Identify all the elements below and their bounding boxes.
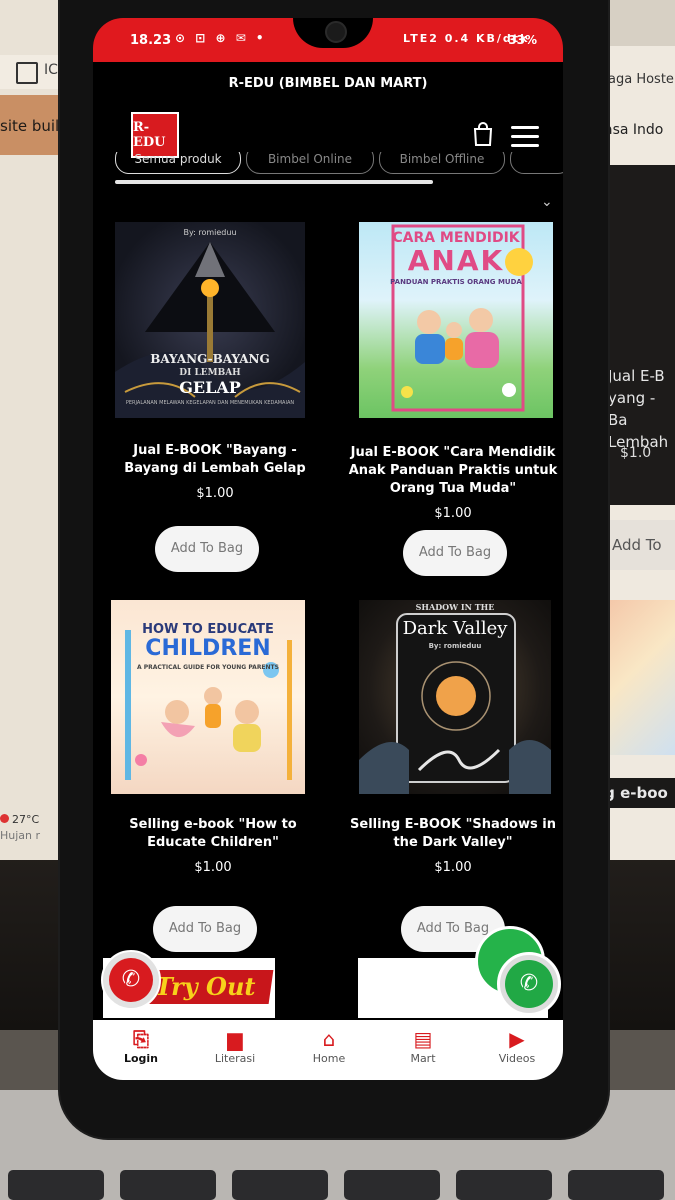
cover-subtitle: A PRACTICAL GUIDE FOR YOUNG PARENTS	[137, 664, 279, 671]
add-to-bag-button[interactable]: Add To Bag	[403, 530, 507, 576]
weather-alert-icon	[0, 814, 9, 823]
category-chip-row: Semua produk Bimbel Online Bimbel Offlin…	[113, 152, 563, 176]
product-card[interactable]: CARA MENDIDIK ANAK PANDUAN PRAKTIS ORANG…	[343, 222, 563, 592]
background-weather: 27°C Hujan r	[0, 812, 40, 844]
keyboard-key	[120, 1170, 216, 1200]
shopping-bag-icon[interactable]	[472, 122, 494, 146]
cover-title: ANAK	[407, 244, 505, 277]
home-icon: ⌂	[322, 1027, 336, 1051]
hamburger-menu-icon[interactable]	[511, 126, 539, 148]
cover-title: SHADOW IN THE	[415, 602, 495, 612]
bottom-navigation: ⎘ Login ▆ Literasi ⌂ Home ▤ Mart ▶ Video…	[93, 1020, 563, 1080]
keyboard-key	[344, 1170, 440, 1200]
background-square-icon	[16, 62, 38, 84]
cover-author: By: romieduu	[428, 642, 482, 650]
product-price: $1.00	[434, 860, 472, 875]
product-name[interactable]: Jual E-BOOK "Cara Mendidik Anak Panduan …	[343, 444, 563, 498]
keyboard-key	[456, 1170, 552, 1200]
app-title: R-EDU (BIMBEL DAN MART)	[228, 76, 428, 91]
cover-title: DI LEMBAH	[179, 368, 241, 378]
book-icon: ▆	[227, 1027, 243, 1051]
weather-desc: Hujan r	[0, 829, 41, 842]
product-cover-image[interactable]: By: romieduu BAYANG-BAYANG DI LEMBAH GEL…	[115, 222, 305, 418]
keyboard-key	[232, 1170, 328, 1200]
cover-title: CHILDREN	[145, 636, 271, 661]
add-to-bag-button[interactable]: Add To Bag	[153, 906, 257, 952]
product-cover-image[interactable]: HOW TO EDUCATE CHILDREN A PRACTICAL GUID…	[111, 600, 305, 794]
product-card[interactable]: SHADOW IN THE Dark Valley By: romieduu S…	[343, 600, 563, 960]
cover-title: GELAP	[179, 378, 241, 397]
weather-temp: 27°C	[12, 813, 40, 826]
play-icon: ▶	[509, 1027, 525, 1051]
battery-indicator: 33%	[508, 33, 537, 47]
product-name[interactable]: Selling e-book "How to Educate Children"	[103, 816, 323, 852]
status-bar: 18.23 ⊙ ⊡ ⊕ ✉ • LTE2 0.4 KB/dtk 33%	[93, 18, 563, 62]
chip-bimbel-offline[interactable]: Bimbel Offline	[379, 152, 505, 174]
background-product-card: Jual E-B yang - Ba Lembah $1.0	[608, 165, 675, 505]
background-left-text: site buil	[0, 117, 60, 135]
product-name[interactable]: Jual E-BOOK "Bayang - Bayang di Lembah G…	[105, 442, 325, 478]
keyboard-key	[8, 1170, 104, 1200]
call-button[interactable]: ✆	[101, 950, 161, 1010]
nav-item-literasi[interactable]: ▆ Literasi	[193, 1026, 277, 1065]
status-time: 18.23	[130, 33, 172, 48]
product-cover-image[interactable]: SHADOW IN THE Dark Valley By: romieduu	[359, 600, 551, 794]
product-price: $1.00	[194, 860, 232, 875]
background-icon-label: IC	[44, 62, 58, 78]
camera-icon	[325, 21, 347, 43]
keyboard-key	[568, 1170, 664, 1200]
product-price: $1.00	[196, 486, 234, 501]
nav-label: Mart	[410, 1052, 436, 1065]
background-right-text-2: asa Indo	[604, 122, 664, 138]
product-card[interactable]: HOW TO EDUCATE CHILDREN A PRACTICAL GUID…	[103, 600, 323, 960]
nav-label: Videos	[498, 1052, 536, 1065]
tryout-label: Try Out	[155, 972, 256, 1001]
cover-author: By: romieduu	[183, 228, 237, 237]
nav-label: Login	[123, 1052, 159, 1065]
product-cover-image[interactable]: CARA MENDIDIK ANAK PANDUAN PRAKTIS ORANG…	[359, 222, 553, 418]
chip-bimbel-online[interactable]: Bimbel Online	[246, 152, 374, 174]
nav-label: Home	[312, 1052, 346, 1065]
nav-item-login[interactable]: ⎘ Login	[99, 1026, 183, 1065]
background-product-price: $1.0	[620, 445, 652, 461]
nav-label: Literasi	[214, 1052, 256, 1065]
cover-title: HOW TO EDUCATE	[142, 622, 274, 637]
chip-more[interactable]	[510, 152, 563, 174]
chevron-down-icon[interactable]: ⌄	[541, 194, 553, 210]
logo-text: R-EDU	[133, 120, 166, 150]
phone-screen: 18.23 ⊙ ⊡ ⊕ ✉ • LTE2 0.4 KB/dtk 33% R-ED…	[93, 18, 563, 1080]
nav-item-home[interactable]: ⌂ Home	[287, 1026, 371, 1065]
nav-item-mart[interactable]: ▤ Mart	[381, 1026, 465, 1065]
notification-icons: ⊙ ⊡ ⊕ ✉ •	[175, 31, 267, 45]
product-price: $1.00	[434, 506, 472, 521]
store-icon: ▤	[413, 1027, 433, 1051]
whatsapp-icon: ✆	[505, 960, 553, 1008]
cover-title: Dark Valley	[402, 618, 508, 639]
cover-subtitle: PERJALANAN MELAWAN KEGELAPAN DAN MENEMUK…	[125, 400, 295, 406]
whatsapp-chat-button[interactable]: ✆	[497, 952, 561, 1016]
product-name[interactable]: Selling E-BOOK "Shadows in the Dark Vall…	[343, 816, 563, 852]
cover-title: BAYANG-BAYANG	[150, 352, 270, 366]
background-add-button: Add To	[598, 520, 675, 570]
chip-semua-produk[interactable]: Semua produk	[115, 152, 241, 174]
background-right-text-1: aga Hoste	[608, 72, 674, 87]
background-product-name: Jual E-B yang - Ba Lembah	[608, 367, 669, 451]
login-icon: ⎘	[133, 1027, 149, 1051]
add-to-bag-button[interactable]: Add To Bag	[155, 526, 259, 572]
chip-scrollbar[interactable]	[115, 180, 433, 184]
cover-subtitle: PANDUAN PRAKTIS ORANG MUDA	[390, 278, 522, 286]
nav-item-videos[interactable]: ▶ Videos	[475, 1026, 559, 1065]
background-thumbnail	[603, 600, 675, 755]
product-card[interactable]: By: romieduu BAYANG-BAYANG DI LEMBAH GEL…	[105, 222, 325, 582]
phone-icon: ✆	[109, 958, 153, 1002]
